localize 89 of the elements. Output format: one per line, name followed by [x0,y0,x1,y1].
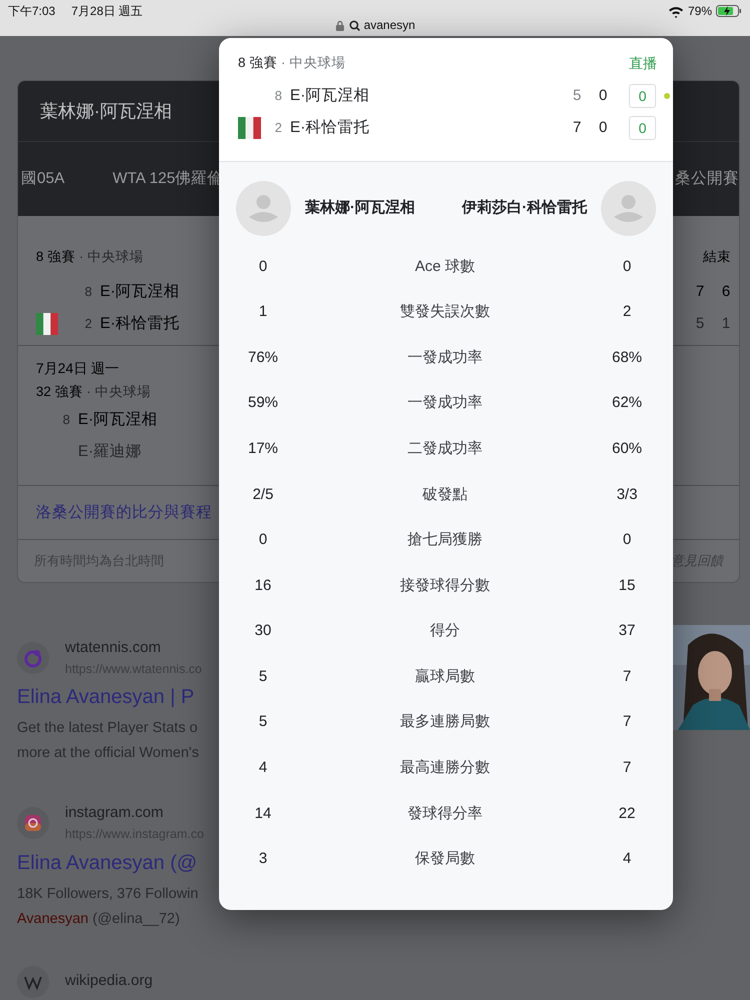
stat-value: 3 [258,849,268,870]
game-score: 0 [629,84,656,108]
w-logo-icon [17,966,49,998]
stat-label: 發球得分率 [406,804,484,824]
stat-value: 14 [254,804,272,824]
stat-label: 二發成功率 [406,438,484,459]
round-text: 32 強賽 · 中央球場 [36,382,151,401]
player-name: 葉林娜·阿瓦涅相 [305,198,415,218]
card-title: 葉林娜·阿瓦涅相 [40,100,172,122]
tournament-tab[interactable]: 桑公開賽 [675,167,739,191]
stat-value: 15 [618,576,636,596]
player-name: E·科恰雷托 [100,314,180,334]
stat-value: 3/3 [616,484,638,505]
stat-value: 0 [622,256,632,277]
stat-value: 17% [246,438,280,459]
date-text: 7月28日 週五 [71,3,143,20]
stat-value: 60% [610,438,644,459]
stat-value: 59% [246,393,280,414]
stat-value: 5 [258,712,268,732]
set-score: 7 [694,282,706,302]
stat-value: 0 [258,256,268,277]
battery-percent: 79% [688,3,712,20]
wifi-icon [668,4,684,18]
stat-value: 37 [618,621,636,642]
stat-label: 得分 [429,621,461,642]
site-name: instagram.com [65,803,164,824]
player-name: 伊莉莎白·科恰雷托 [462,198,587,218]
stat-label: 贏球局數 [414,666,476,687]
tournament-tab[interactable]: 國05A [21,167,65,191]
camera-logo-icon [17,806,49,839]
stat-label: 最多連勝局數 [399,712,491,732]
live-label: 直播 [629,54,657,72]
stat-value: 7 [622,712,632,732]
stat-value: 16 [254,576,272,596]
stat-value: 22 [618,804,636,824]
seed-number: 8 [274,87,283,106]
stat-label: Ace 球數 [414,256,476,277]
seed-number: 8 [62,411,71,430]
set-score: 1 [720,314,732,334]
stat-value: 7 [622,666,632,687]
stat-value: 30 [254,621,272,642]
game-score: 0 [629,116,656,140]
stat-label: 一發成功率 [406,393,484,414]
stat-value: 2/5 [252,484,274,505]
set-score: 5 [694,314,706,334]
stat-value: 1 [258,302,268,322]
set-score: 0 [598,86,608,106]
stat-label: 雙發失誤次數 [399,302,491,322]
round-text: 8 強賽 · 中央球場 [238,54,346,72]
clock-time: 下午7:03 [8,3,56,20]
site-name: wikipedia.org [65,971,153,992]
set-score: 5 [572,86,582,106]
tennis-logo-icon [17,642,49,674]
stat-label: 保發局數 [414,849,476,870]
result-snippet: 18K Followers, 376 Followin Avanesyan (@elina__72) [17,884,198,928]
stat-value: 2 [622,302,632,322]
stat-value: 76% [246,348,280,368]
stat-label: 最高連勝分數 [399,758,491,778]
match-date: 7月24日 週一 [36,360,120,376]
stat-value: 62% [610,393,644,414]
seed-number: 2 [84,315,93,334]
stat-label: 一發成功率 [406,348,484,368]
stat-value: 0 [622,530,632,550]
address-text[interactable]: avanesyn [364,16,416,34]
player-name: E·阿瓦涅相 [78,410,158,430]
seed-number: 2 [274,119,283,138]
player-name: E·科恰雷托 [290,118,370,138]
match-status: 結束 [703,248,732,266]
stat-value: 4 [622,849,632,870]
player-name: E·阿瓦涅相 [100,282,180,302]
round-text: 8 強賽 · 中央球場 [36,248,144,266]
avatar-icon [601,181,656,236]
player-name: E·羅迪娜 [78,442,142,462]
stat-label: 破發點 [422,484,468,505]
site-name: wtatennis.com [65,638,162,658]
stat-label: 搶七局獲勝 [406,530,484,550]
stat-value: 68% [610,348,644,368]
stat-value: 7 [622,758,632,778]
stat-value: 4 [258,758,268,778]
stat-value: 5 [258,666,268,687]
set-score: 0 [598,118,608,138]
player-name: E·阿瓦涅相 [290,86,370,106]
set-score: 6 [720,282,732,302]
seed-number: 8 [84,283,93,302]
avatar-icon [236,181,291,236]
search-icon [348,20,360,30]
stat-value: 0 [258,530,268,550]
set-score: 7 [572,118,582,138]
stat-label: 接發球得分數 [399,576,491,596]
